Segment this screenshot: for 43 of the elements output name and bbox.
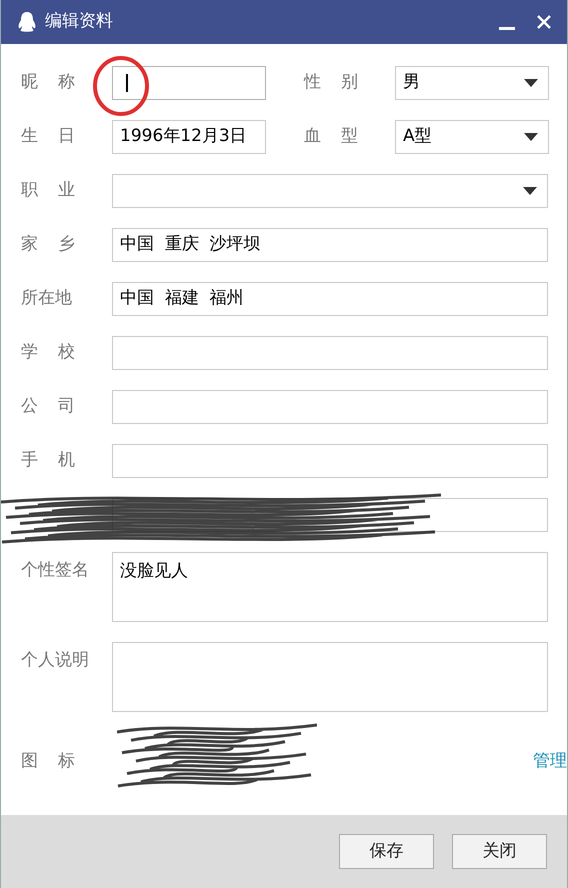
field-value: 没脸见人 — [120, 561, 188, 581]
field-label: 生日 — [21, 125, 95, 148]
field-value: 1996年12月3日 — [120, 125, 247, 148]
field-label: 血型 — [304, 125, 378, 148]
dropdown-field[interactable] — [112, 174, 548, 208]
minimize-icon[interactable] — [499, 27, 515, 31]
dialog-button[interactable]: 保存 — [339, 834, 434, 869]
field-value: 中国 重庆 沙坪坝 — [120, 233, 261, 256]
penguin-icon — [17, 11, 37, 33]
text-field[interactable] — [112, 66, 266, 100]
close-icon[interactable] — [537, 15, 551, 29]
text-field[interactable]: 1996年12月3日 — [112, 120, 266, 154]
dropdown-value: A型 — [403, 125, 432, 148]
text-field[interactable]: 中国 重庆 沙坪坝 — [112, 228, 548, 262]
text-area[interactable]: 没脸见人 — [112, 552, 548, 622]
text-field[interactable]: 中国 福建 福州 — [112, 282, 548, 316]
field-label: 昵称 — [21, 71, 95, 94]
dialog-button[interactable]: 关闭 — [452, 834, 547, 869]
field-value: 中国 福建 福州 — [120, 287, 244, 310]
caret-icon — [524, 133, 538, 141]
window-title: 编辑资料 — [45, 10, 113, 34]
manage-link[interactable]: 管理 — [533, 749, 567, 775]
field-label: 图标 — [21, 750, 95, 774]
text-field[interactable] — [112, 444, 548, 478]
field-label: 学校 — [21, 341, 95, 364]
field-label: 职业 — [21, 179, 95, 202]
field-label: 手机 — [21, 449, 95, 472]
dropdown-value: 男 — [403, 71, 420, 94]
dropdown-field[interactable]: A型 — [395, 120, 549, 154]
text-area[interactable] — [112, 642, 548, 712]
caret-icon — [524, 79, 538, 87]
text-field[interactable] — [112, 336, 548, 370]
field-label: 所在地 — [21, 287, 72, 310]
text-field[interactable] — [112, 390, 548, 424]
annotation-circle — [92, 55, 150, 117]
text-cursor — [126, 74, 128, 92]
field-label: 个人说明 — [21, 650, 89, 670]
field-label: 公司 — [21, 395, 95, 418]
field-label: 个性签名 — [21, 560, 89, 580]
field-label: 性别 — [304, 71, 378, 94]
caret-icon — [523, 187, 537, 195]
field-label: 家乡 — [21, 233, 95, 256]
dropdown-field[interactable]: 男 — [395, 66, 549, 100]
